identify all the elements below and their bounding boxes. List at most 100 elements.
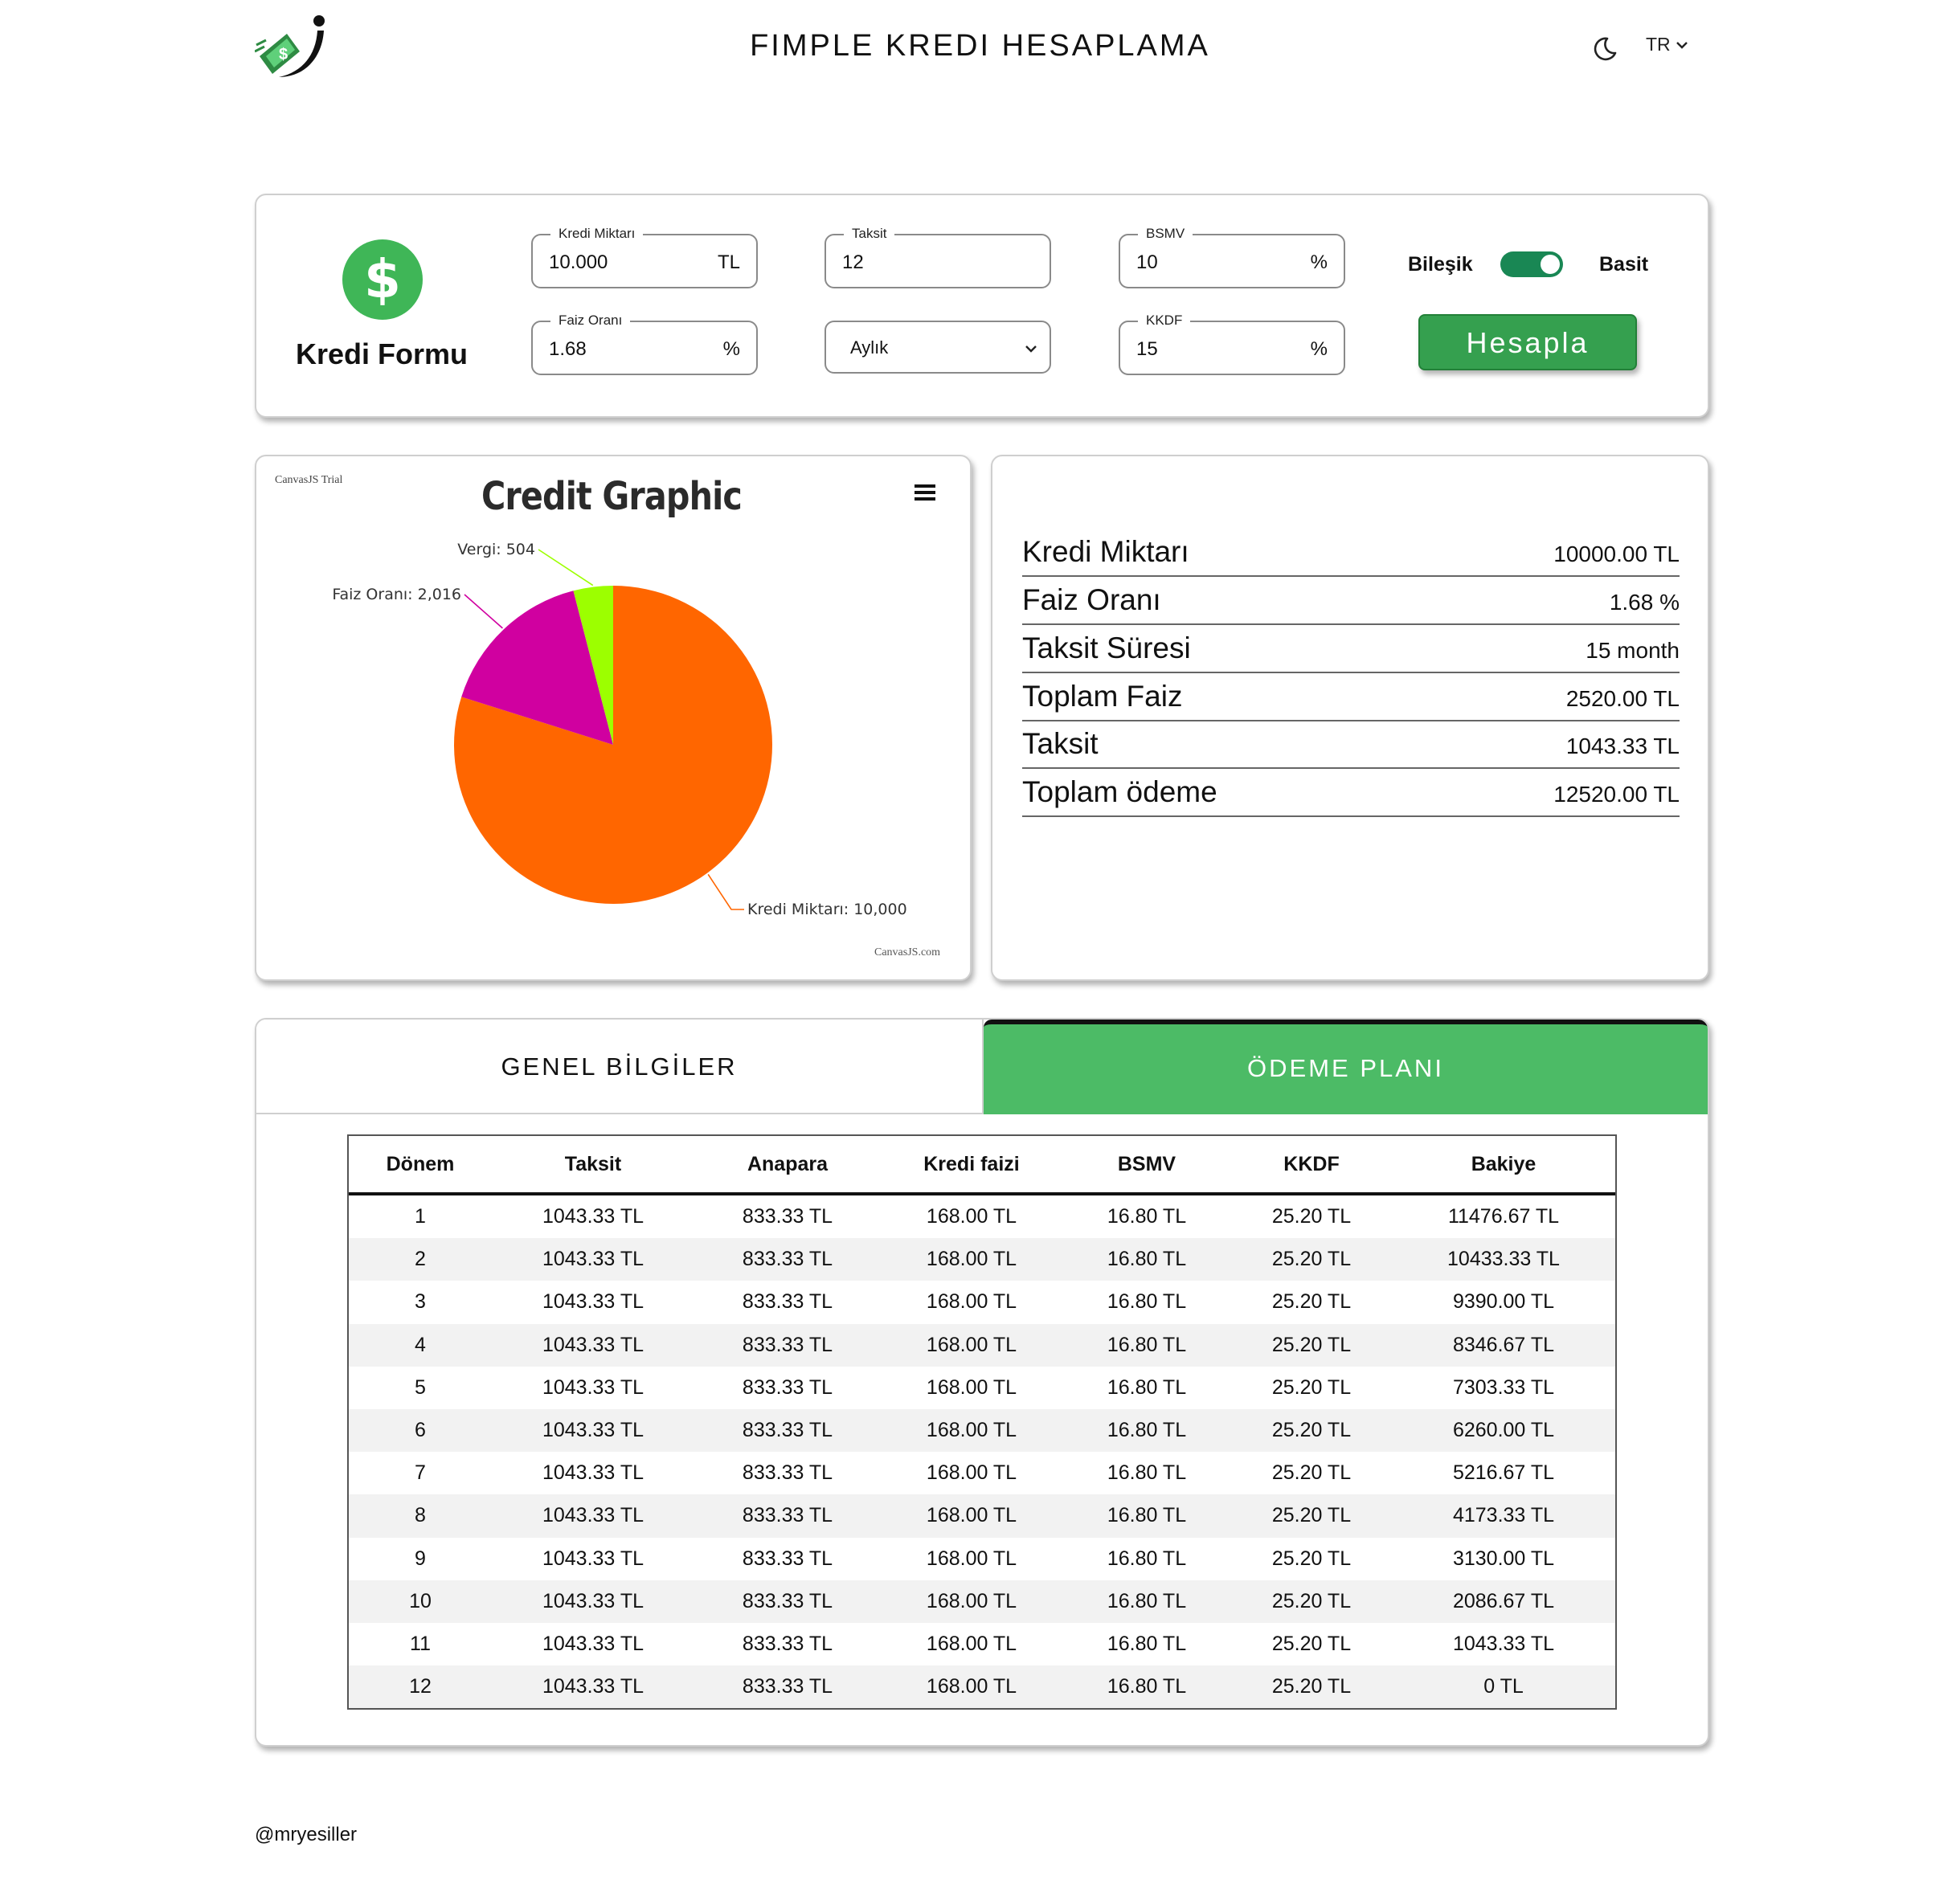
table-cell: 833.33 TL <box>742 1504 833 1527</box>
summary-label: Taksit Süresi <box>1022 631 1191 664</box>
summary-label: Toplam Faiz <box>1022 680 1183 713</box>
table-cell: 4 <box>415 1333 426 1356</box>
table-cell: 16.80 TL <box>1107 1675 1187 1698</box>
table-cell: 16.80 TL <box>1107 1290 1187 1314</box>
kredi-miktari-label: Kredi Miktarı <box>550 226 644 242</box>
chart-menu-icon[interactable] <box>915 484 935 501</box>
kredi-miktari-value: 10.000 <box>549 251 608 273</box>
table-cell: 16.80 TL <box>1107 1547 1187 1570</box>
table-cell: 1043.33 TL <box>542 1504 644 1527</box>
table-cell: 16.80 TL <box>1107 1375 1187 1399</box>
table-cell: 25.20 TL <box>1271 1461 1352 1485</box>
table-cell: 833.33 TL <box>742 1632 833 1655</box>
table-cell: 833.33 TL <box>742 1418 833 1441</box>
pie-label-connector <box>464 594 503 629</box>
hesapla-button[interactable]: Hesapla <box>1418 314 1637 370</box>
table-cell: 168.00 TL <box>926 1375 1017 1399</box>
table-cell: 0 TL <box>1483 1675 1524 1698</box>
faiz-orani-label: Faiz Oranı <box>550 313 631 329</box>
table-cell: 833.33 TL <box>742 1333 833 1356</box>
table-cell: 833.33 TL <box>742 1375 833 1399</box>
table-cell: 833.33 TL <box>742 1205 833 1228</box>
table-cell: 16.80 TL <box>1107 1461 1187 1485</box>
dark-mode-moon-icon[interactable] <box>1591 35 1618 63</box>
table-cell: 5 <box>415 1375 426 1399</box>
summary-row: Toplam Faiz 2520.00 TL <box>1022 673 1680 721</box>
table-cell: 7 <box>415 1461 426 1485</box>
table-cell: 1043.33 TL <box>542 1547 644 1570</box>
table-cell: 5216.67 TL <box>1452 1461 1555 1485</box>
table-cell: 168.00 TL <box>926 1290 1017 1314</box>
table-row: 4 1043.33 TL 833.33 TL 168.00 TL 16.80 TL 25.… <box>349 1323 1615 1367</box>
taksit-field[interactable]: Taksit 12 <box>825 226 1051 288</box>
table-row: 12 1043.33 TL 833.33 TL 168.00 TL 16.80 TL 25… <box>349 1665 1615 1709</box>
table-cell: 1043.33 TL <box>542 1675 644 1698</box>
table-cell: 1043.33 TL <box>542 1632 644 1655</box>
faiz-orani-unit: % <box>722 338 740 360</box>
table-cell: 16.80 TL <box>1107 1418 1187 1441</box>
table-cell: 16.80 TL <box>1107 1632 1187 1655</box>
summary-value: 15 month <box>1586 638 1680 663</box>
language-select[interactable]: TR <box>1646 34 1688 55</box>
tab-card: GENEL BİLGİLER ÖDEME PLANI Dönem Taksit An… <box>255 1018 1709 1747</box>
bsmv-field[interactable]: BSMV 10 % <box>1119 226 1345 288</box>
pie-chart: Kredi Miktarı: 10,000 Faiz Oranı: 2,016 Ve… <box>332 541 906 918</box>
table-row: 7 1043.33 TL 833.33 TL 168.00 TL 16.80 TL 25.… <box>349 1452 1615 1494</box>
table-cell: 168.00 TL <box>926 1205 1017 1228</box>
table-cell: 168.00 TL <box>926 1675 1017 1698</box>
kkdf-label: KKDF <box>1138 313 1191 329</box>
faiz-orani-field[interactable]: Faiz Oranı 1.68 % <box>531 313 758 375</box>
table-cell: 16.80 TL <box>1107 1589 1187 1612</box>
period-select-control[interactable]: Aylık <box>826 322 1050 372</box>
pie-slice-label: Vergi: 504 <box>457 541 535 558</box>
payment-plan-table: Dönem Taksit Anapara Kredi faizi BSMV KKDF Bak… <box>347 1134 1617 1710</box>
table-cell: 833.33 TL <box>742 1248 833 1271</box>
credit-form-card <box>255 194 1709 418</box>
kredi-miktari-field[interactable]: Kredi Miktarı 10.000 TL <box>531 226 758 288</box>
table-body: 1 1043.33 TL 833.33 TL 168.00 TL 16.80 TL 25.… <box>349 1195 1615 1709</box>
table-cell: 16.80 TL <box>1107 1205 1187 1228</box>
tab-odeme-plani[interactable]: ÖDEME PLANI <box>984 1020 1708 1114</box>
table-cell: 12 <box>409 1675 432 1698</box>
summary-label: Kredi Miktarı <box>1022 535 1189 568</box>
table-cell: 1043.33 TL <box>542 1248 644 1271</box>
table-cell: 25.20 TL <box>1271 1418 1352 1441</box>
table-cell: 11 <box>410 1632 431 1655</box>
table-cell: 168.00 TL <box>926 1248 1017 1271</box>
table-cell: 25.20 TL <box>1271 1632 1352 1655</box>
table-cell: 25.20 TL <box>1271 1504 1352 1527</box>
tab-genel-bilgiler[interactable]: GENEL BİLGİLER <box>256 1020 984 1114</box>
table-cell: 1 <box>415 1205 426 1228</box>
footer-credit[interactable]: @mryesiller <box>255 1824 357 1846</box>
table-cell: 3130.00 TL <box>1452 1547 1555 1570</box>
table-cell: 168.00 TL <box>926 1461 1017 1485</box>
table-cell: 168.00 TL <box>926 1504 1017 1527</box>
column-header: Bakiye <box>1471 1153 1536 1175</box>
table-cell: 25.20 TL <box>1271 1333 1352 1356</box>
period-select[interactable]: Aylık <box>825 321 1051 374</box>
language-label: TR <box>1646 34 1671 55</box>
interest-type-toggle[interactable] <box>1500 251 1563 277</box>
table-cell: 25.20 TL <box>1271 1248 1352 1271</box>
summary-row: Taksit Süresi 15 month <box>1022 625 1680 673</box>
bilesik-label: Bileşik <box>1408 253 1473 276</box>
kkdf-field[interactable]: KKDF 15 % <box>1119 313 1345 375</box>
taksit-label: Taksit <box>844 226 895 242</box>
summary-row: Toplam ödeme 12520.00 TL <box>1022 769 1680 817</box>
table-row: 3 1043.33 TL 833.33 TL 168.00 TL 16.80 TL 25.… <box>349 1281 1615 1323</box>
taksit-value: 12 <box>842 251 864 273</box>
table-cell: 1043.33 TL <box>542 1418 644 1441</box>
table-cell: 25.20 TL <box>1271 1205 1352 1228</box>
table-cell: 1043.33 TL <box>542 1290 644 1314</box>
table-cell: 25.20 TL <box>1271 1290 1352 1314</box>
table-cell: 2086.67 TL <box>1452 1589 1555 1612</box>
table-cell: 4173.33 TL <box>1452 1504 1555 1527</box>
table-cell: 9390.00 TL <box>1452 1290 1555 1314</box>
canvasjs-credit-link[interactable]: CanvasJS.com <box>874 946 940 959</box>
summary-label: Toplam ödeme <box>1022 775 1217 808</box>
table-row: 9 1043.33 TL 833.33 TL 168.00 TL 16.80 TL 25.… <box>349 1538 1615 1580</box>
kkdf-unit: % <box>1310 338 1328 360</box>
table-cell: 833.33 TL <box>742 1547 833 1570</box>
table-cell: 16.80 TL <box>1107 1248 1187 1271</box>
dollar-circle-icon: $ <box>342 239 423 320</box>
